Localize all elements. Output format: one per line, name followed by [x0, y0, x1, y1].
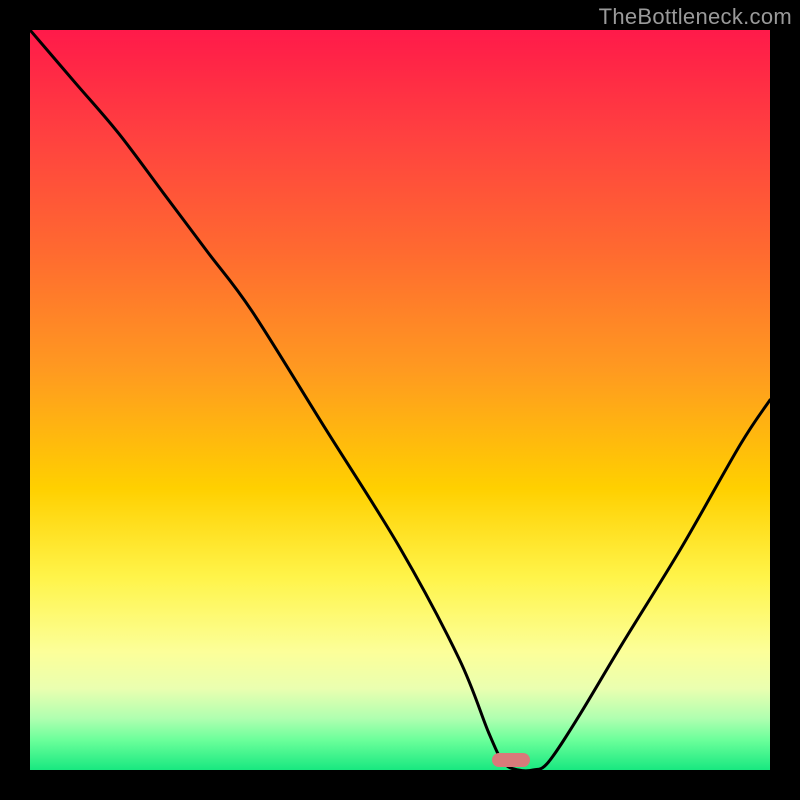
- curve-overlay: [30, 30, 770, 770]
- optimal-marker: [492, 753, 530, 767]
- plot-area: [30, 30, 770, 770]
- bottleneck-curve: [30, 30, 770, 770]
- chart-frame: TheBottleneck.com: [0, 0, 800, 800]
- attribution-text: TheBottleneck.com: [599, 4, 792, 30]
